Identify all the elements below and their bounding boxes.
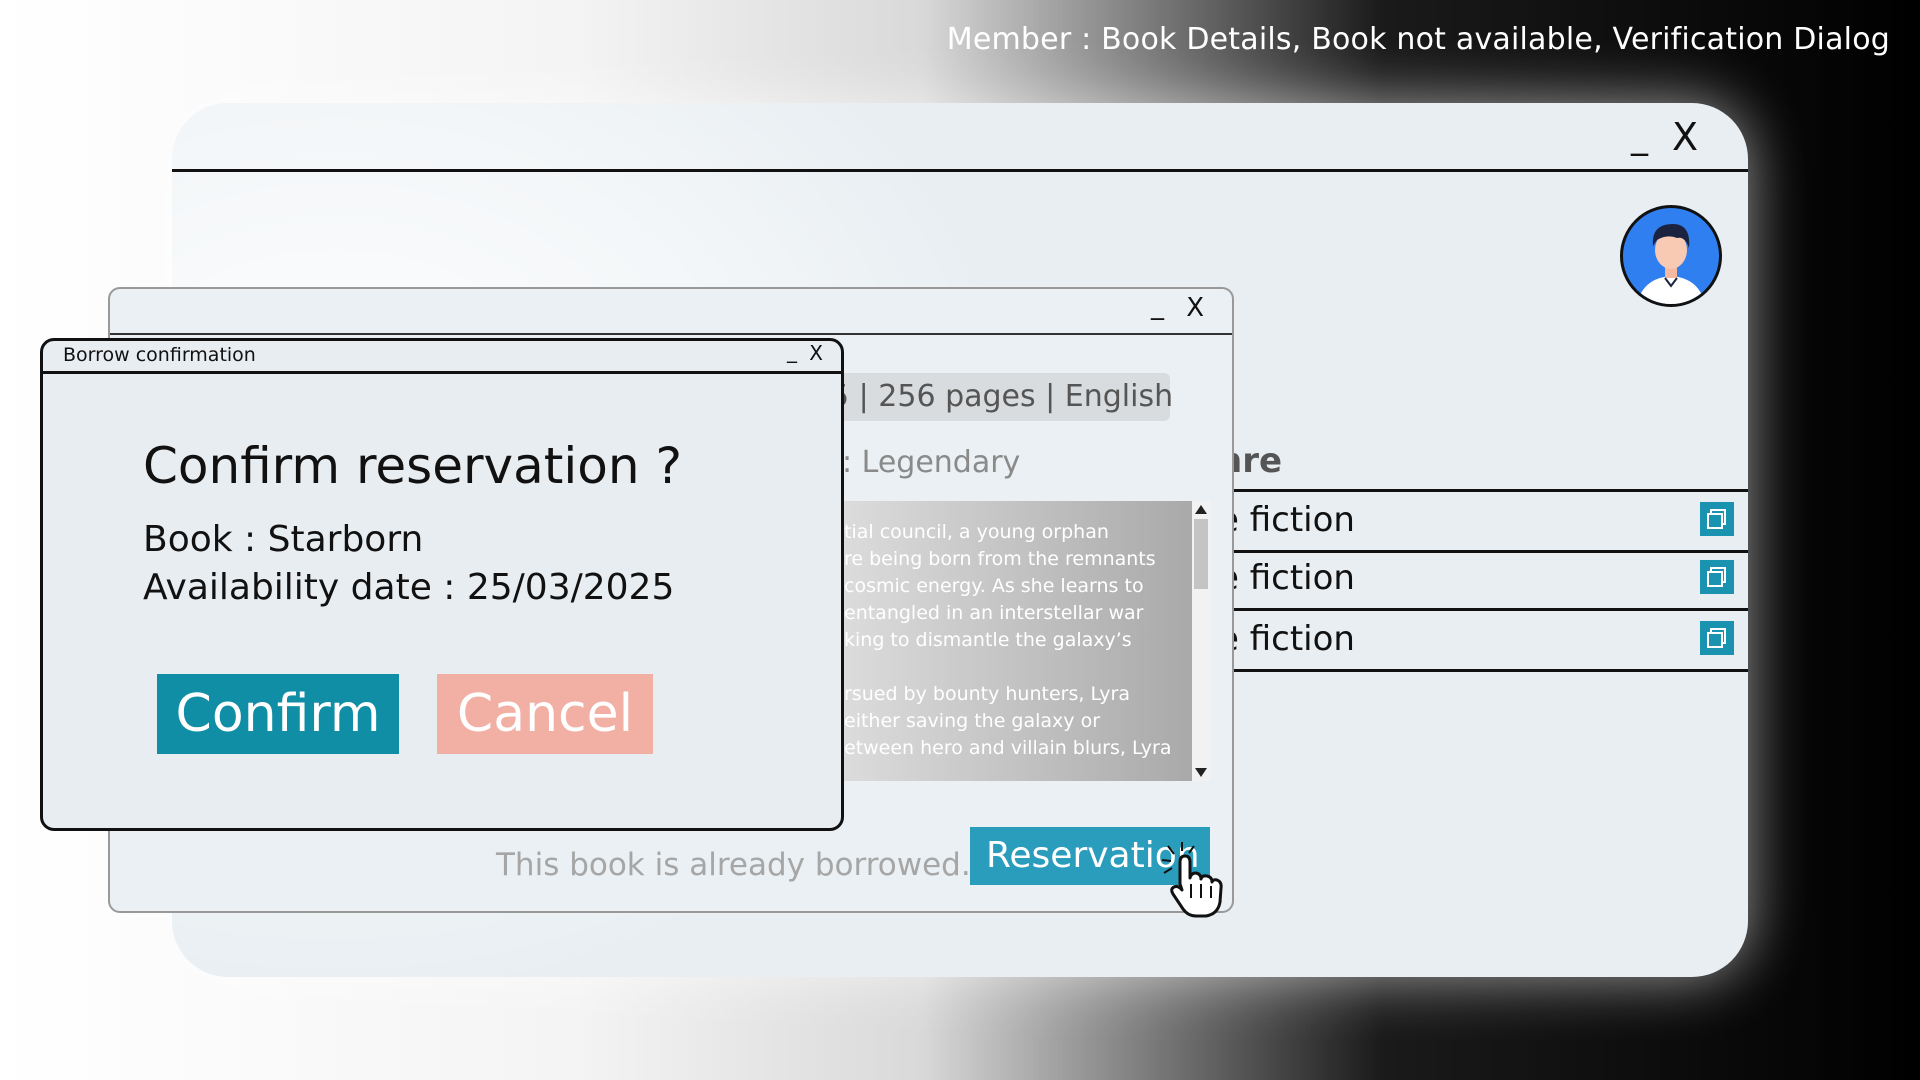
genre-text: e fiction (1218, 500, 1355, 540)
scroll-down-icon[interactable] (1195, 768, 1207, 777)
synopsis-line: entangled in an interstellar war (844, 602, 1144, 624)
dialog-book-name: Book : Starborn (143, 519, 424, 560)
dialog-titlebar: Borrow confirmation _ X (43, 341, 841, 374)
scroll-thumb[interactable] (1194, 519, 1208, 589)
synopsis-line (842, 654, 1200, 681)
book-rarity: : Legendary (842, 445, 1021, 480)
dialog-availability-date: Availability date : 25/03/2025 (143, 567, 675, 608)
synopsis-line: etween hero and villain blurs, Lyra (844, 737, 1172, 759)
details-minimize-button[interactable]: _ (1151, 291, 1164, 321)
synopsis-line: rsued by bounty hunters, Lyra (844, 683, 1130, 705)
synopsis-scrollbar[interactable] (1192, 501, 1210, 781)
book-meta-badge: 5 | 256 pages | English (830, 373, 1174, 421)
main-close-button[interactable]: X (1672, 115, 1698, 159)
copy-icon[interactable] (1700, 502, 1734, 536)
genre-text: e fiction (1218, 619, 1355, 659)
user-avatar-icon[interactable] (1620, 205, 1722, 307)
book-meta-text: 5 | 256 pages | English (830, 379, 1174, 414)
pointer-hand-icon (1158, 840, 1238, 920)
page-caption: Member : Book Details, Book not availabl… (946, 22, 1890, 57)
dialog-close-button[interactable]: X (809, 341, 823, 365)
main-titlebar: _ X (172, 103, 1748, 172)
cancel-button[interactable]: Cancel (437, 674, 653, 754)
synopsis-line: either saving the galaxy or (844, 710, 1101, 732)
genre-row[interactable]: e fiction (1218, 489, 1748, 553)
synopsis-line: king to dismantle the galaxy’s (844, 629, 1132, 651)
synopsis-line: cosmic energy. As she learns to (844, 575, 1144, 597)
copy-icon[interactable] (1700, 621, 1734, 655)
dialog-minimize-button[interactable]: _ (787, 341, 797, 363)
details-close-button[interactable]: X (1186, 293, 1204, 323)
borrowed-status-text: This book is already borrowed. (496, 847, 971, 883)
genre-row[interactable]: e fiction (1218, 611, 1748, 672)
borrow-confirmation-dialog: Borrow confirmation _ X Confirm reservat… (40, 338, 844, 831)
synopsis-line: re being born from the remnants (844, 548, 1156, 570)
genre-text: e fiction (1218, 558, 1355, 598)
dialog-title: Borrow confirmation (63, 344, 256, 366)
main-minimize-button[interactable]: _ (1631, 117, 1648, 157)
synopsis-panel[interactable]: tial council, a young orphan re being bo… (842, 501, 1200, 781)
copy-icon[interactable] (1700, 560, 1734, 594)
confirm-button[interactable]: Confirm (157, 674, 399, 754)
synopsis-line: tial council, a young orphan (844, 521, 1109, 543)
dialog-heading: Confirm reservation ? (143, 437, 682, 495)
details-titlebar: _ X (110, 289, 1232, 335)
genre-row[interactable]: e fiction (1218, 550, 1748, 611)
scroll-up-icon[interactable] (1195, 505, 1207, 514)
